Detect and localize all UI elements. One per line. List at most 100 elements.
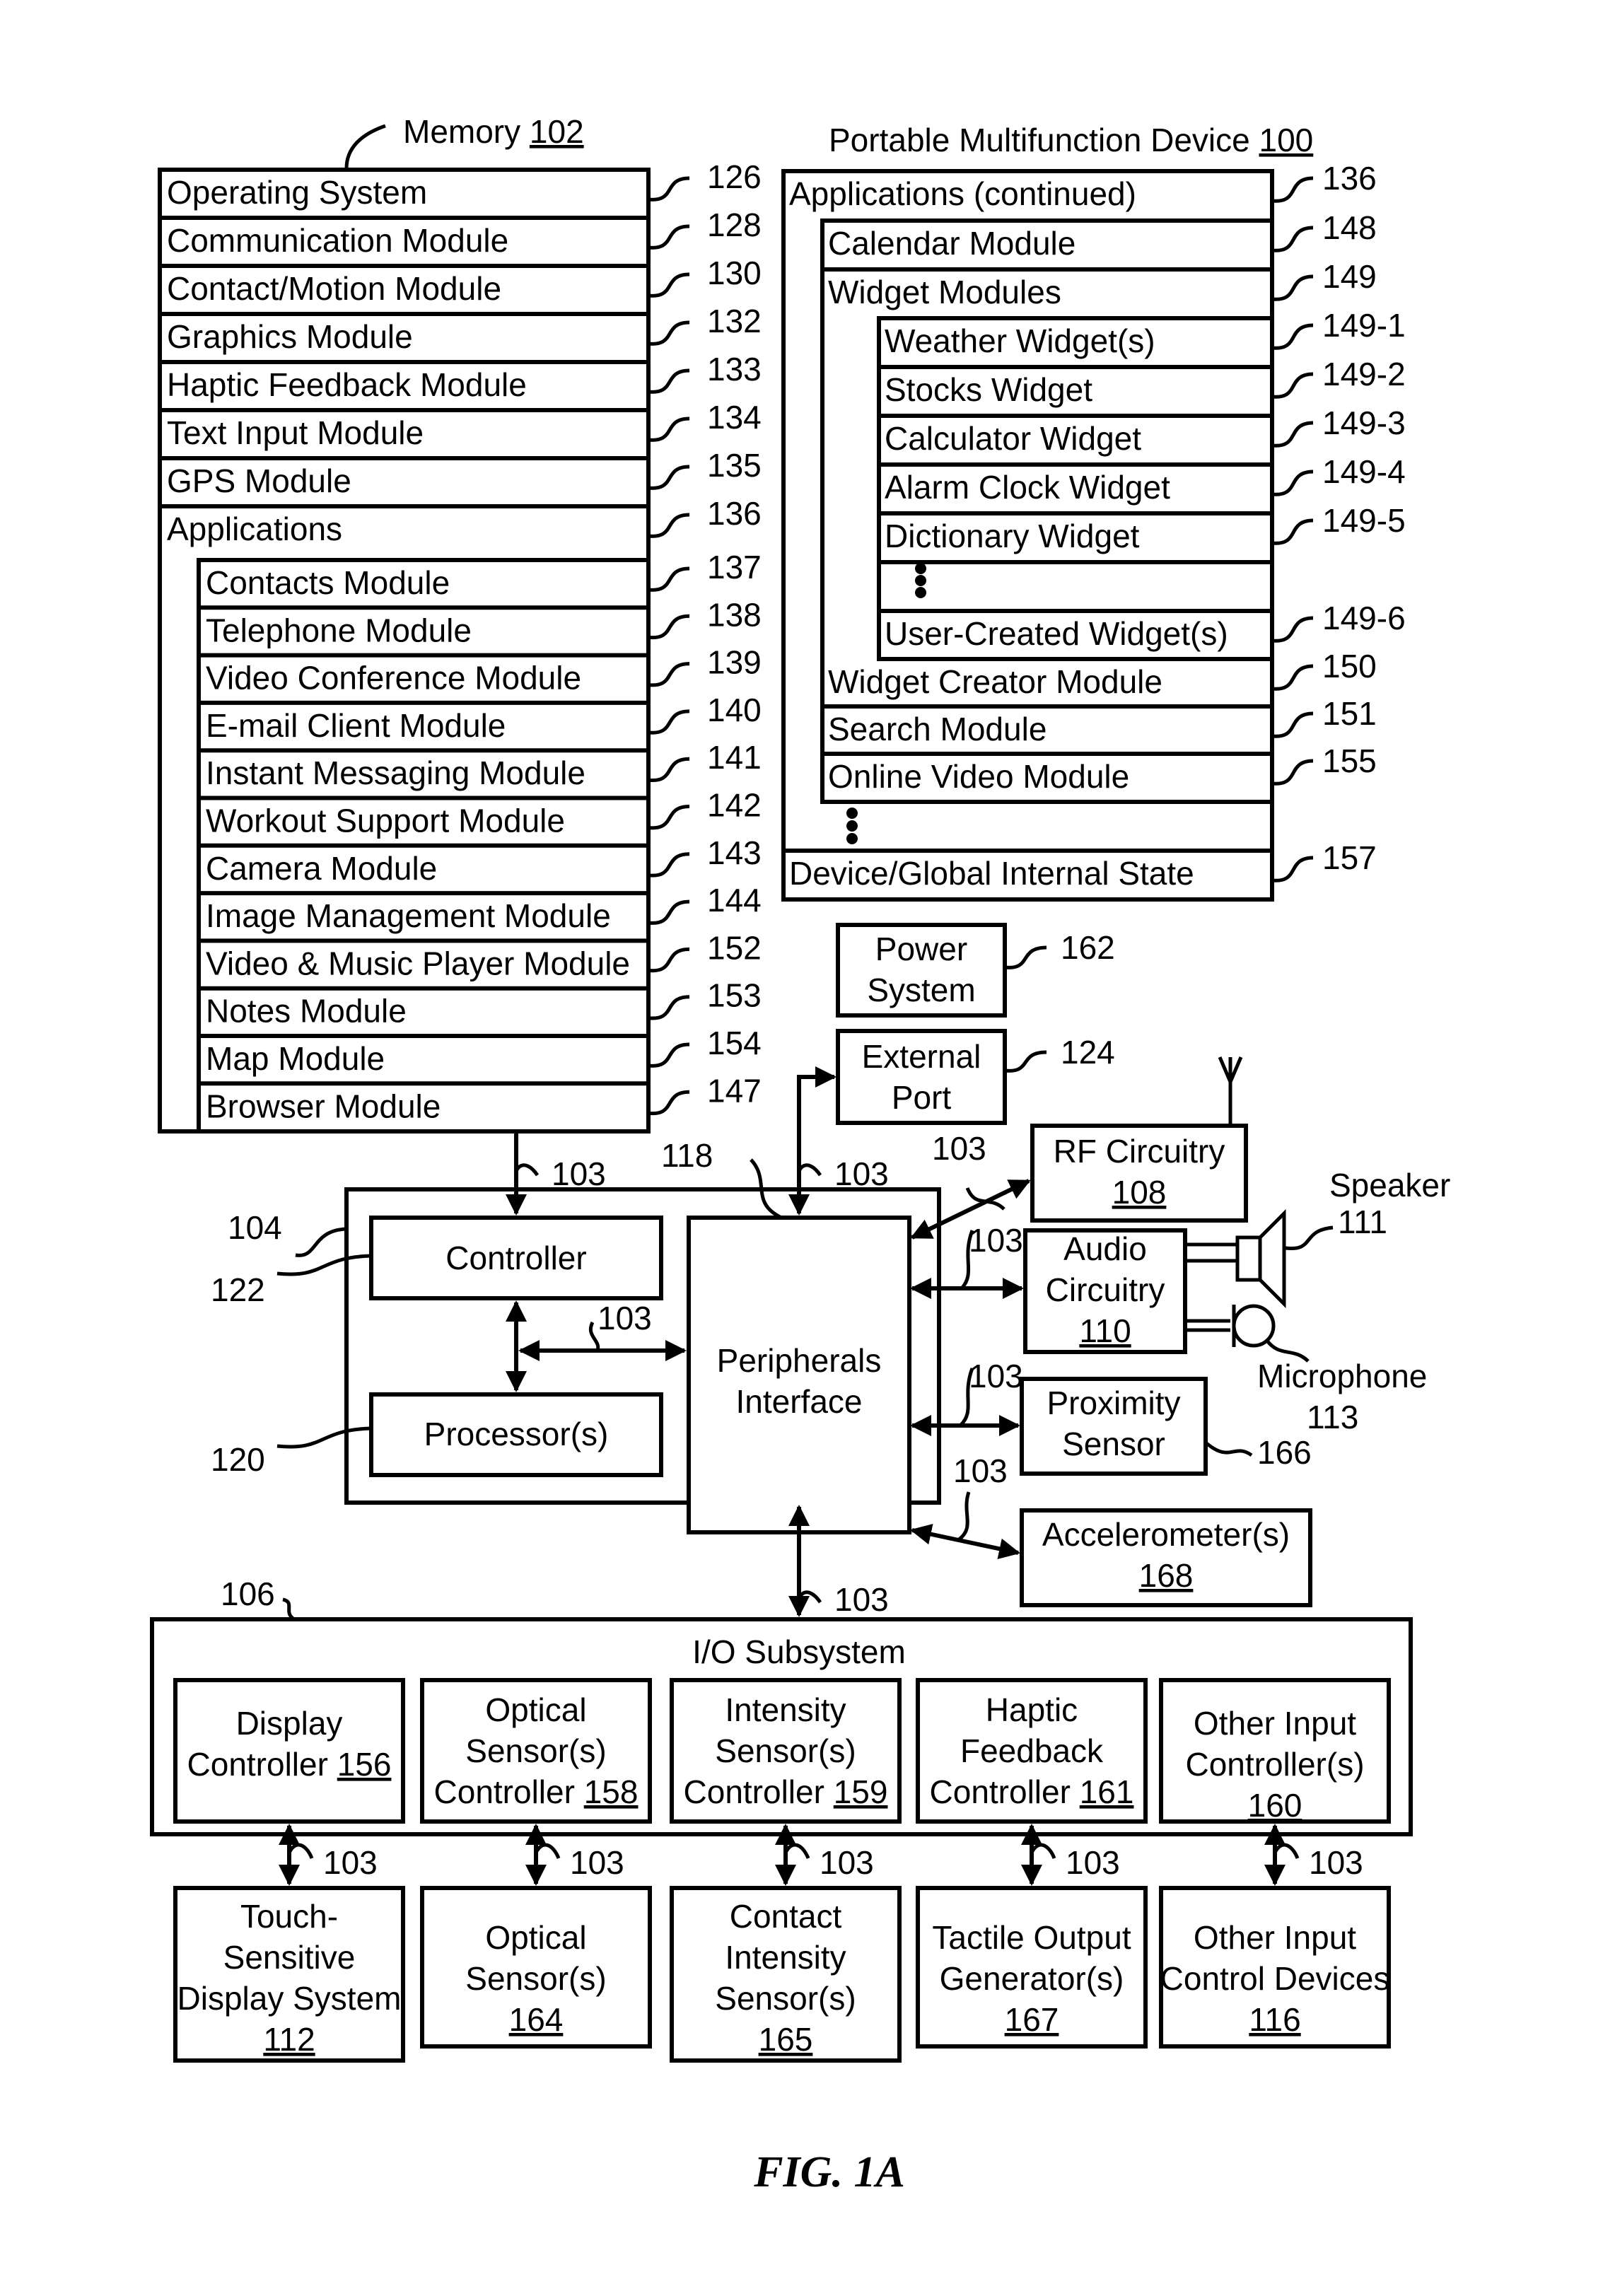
app-module-leader (1271, 711, 1314, 738)
memory-bus-leader (514, 1163, 540, 1177)
io-device-num: 164 (509, 2001, 564, 2038)
accelerometer-bus-ref: 103 (953, 1452, 1008, 1489)
app-row-label: Workout Support Module (206, 803, 565, 839)
proximity-leader (1204, 1441, 1253, 1457)
io-device: Contact Intensity Sensor(s) 165 (670, 1886, 902, 2063)
memory-row-ref: 132 (707, 303, 762, 339)
memory-bus-ref: 103 (552, 1155, 606, 1192)
rf-bus-ref: 103 (932, 1130, 986, 1167)
io-device-bus-ref: 103 (1066, 1844, 1120, 1881)
io-device-bus-ref: 103 (820, 1844, 874, 1881)
patent-figure-canvas: Memory 102 Operating System 126 Communicat… (150, 113, 1450, 2196)
memory-row-leader (648, 465, 690, 490)
app-row-ref: 137 (707, 549, 762, 585)
peripherals-label-2: Interface (736, 1383, 863, 1420)
app-row-leader (648, 757, 690, 782)
power-ref: 162 (1061, 929, 1115, 966)
io-controller-label: Sensor(s) (465, 1732, 606, 1769)
app-row-leader (648, 805, 690, 830)
app-row-leader (648, 566, 690, 592)
io-device-bus-leader (783, 1843, 810, 1860)
io-device: Other Input Control Devices 116 (1159, 1886, 1391, 2049)
memory-title: Memory 102 (403, 113, 584, 150)
memory-row-leader (648, 320, 690, 346)
app-row-label: Video Conference Module (206, 660, 581, 697)
io-device-label: Display System (177, 1980, 402, 2017)
device-block: Portable Multifunction Device 100 Applic… (781, 122, 1406, 902)
io-device-bus-leader (1030, 1843, 1056, 1860)
processor-ref: 120 (211, 1441, 265, 1478)
app-row-ref: 141 (707, 739, 762, 776)
external-port-label-2: Port (892, 1079, 952, 1116)
widget-item-ref: 149-5 (1322, 502, 1406, 539)
memory-row-label: Applications (167, 511, 342, 547)
io-device: Touch- Sensitive Display System 112 (173, 1886, 405, 2063)
app-row-ref: 147 (707, 1072, 762, 1109)
app-row-label: E-mail Client Module (206, 707, 506, 744)
proximity-label-2: Sensor (1062, 1426, 1165, 1462)
memory-row-leader (648, 272, 690, 298)
app-module-label: Widget Creator Module (828, 663, 1162, 700)
widget-item-label: User-Created Widget(s) (885, 615, 1228, 652)
app-row-leader (648, 709, 690, 735)
app-row-label: Instant Messaging Module (206, 754, 585, 791)
accelerometer-label: Accelerometer(s) (1042, 1516, 1290, 1553)
external-port-ref: 124 (1061, 1034, 1115, 1071)
io-device-label: Other Input (1194, 1919, 1356, 1956)
io-device-label: Control Devices (1160, 1960, 1390, 1997)
io-device: Optical Sensor(s) 164 (420, 1886, 652, 2049)
external-bus-leader (797, 1163, 822, 1177)
app-row-label: Telephone Module (206, 612, 472, 648)
app-row-ref: 154 (707, 1025, 762, 1061)
controller-ref: 122 (211, 1271, 265, 1308)
processor-label: Processor(s) (424, 1416, 609, 1452)
chip-ref: 104 (228, 1209, 282, 1246)
internal-bus-ref: 103 (598, 1300, 652, 1336)
peripherals-ref: 118 (661, 1137, 713, 1174)
accelerometer-num: 168 (1139, 1557, 1194, 1594)
proximity-bus-ref: 103 (969, 1358, 1023, 1394)
io-controller: Intensity Sensor(s) Controller 159 (670, 1678, 902, 1824)
app-module-ref: 151 (1322, 695, 1377, 732)
apps-continued-label: Applications (continued) (789, 175, 1136, 212)
power-system: Power System 162 (836, 923, 1115, 1018)
io-device-label: Generator(s) (940, 1960, 1124, 1997)
widget-item-label: Weather Widget(s) (885, 322, 1155, 359)
app-row-leader (648, 662, 690, 687)
memory-row-label: Haptic Feedback Module (167, 366, 527, 403)
memory-row-ref: 126 (707, 158, 762, 195)
io-controller-label: Display (236, 1705, 343, 1742)
device-title: Portable Multifunction Device 100 (829, 122, 1313, 158)
widget-item-leader (1271, 616, 1314, 643)
io-controller: Display Controller 156 (173, 1678, 405, 1824)
widget-item-label: Dictionary Widget (885, 518, 1140, 554)
app-row-ref: 153 (707, 977, 762, 1014)
microphone-label: Microphone (1257, 1358, 1427, 1394)
figure-caption: FIG. 1A (753, 2148, 905, 2196)
io-bus-ref: 103 (834, 1581, 889, 1618)
memory-row-leader (648, 176, 690, 202)
microphone-icon (1185, 1304, 1276, 1348)
memory-row-ref: 134 (707, 399, 762, 436)
memory-block: Memory 102 Operating System 126 Communicat… (158, 113, 762, 1134)
memory-row-ref: 130 (707, 255, 762, 291)
device-global-state-label: Device/Global Internal State (789, 855, 1194, 892)
audio-circuitry: Audio Circuitry 110 103 (910, 1222, 1187, 1354)
calendar-module-leader (1271, 226, 1314, 252)
io-device-bus-ref: 103 (1309, 1844, 1363, 1881)
app-row-ref: 139 (707, 644, 762, 681)
chip-leader (295, 1227, 347, 1257)
io-device-label: Intensity (725, 1939, 846, 1976)
widget-item-leader (1271, 372, 1314, 399)
app-row-label: Camera Module (206, 850, 437, 887)
app-row-ref: 143 (707, 834, 762, 871)
apps-continued-leader (1271, 176, 1314, 203)
io-device-label: Sensitive (223, 1939, 356, 1976)
external-bus-ref: 103 (834, 1155, 889, 1192)
io-device-label: Tactile Output (932, 1919, 1131, 1956)
io-controller: Haptic Feedback Controller 161 (916, 1678, 1148, 1824)
io-subsystem: I/O Subsystem 106 Display Controller 156 1… (150, 1575, 1413, 2063)
io-device-label: Contact (730, 1898, 842, 1935)
apps-continued-ref: 136 (1322, 160, 1377, 197)
widget-item-label: Alarm Clock Widget (885, 469, 1170, 506)
